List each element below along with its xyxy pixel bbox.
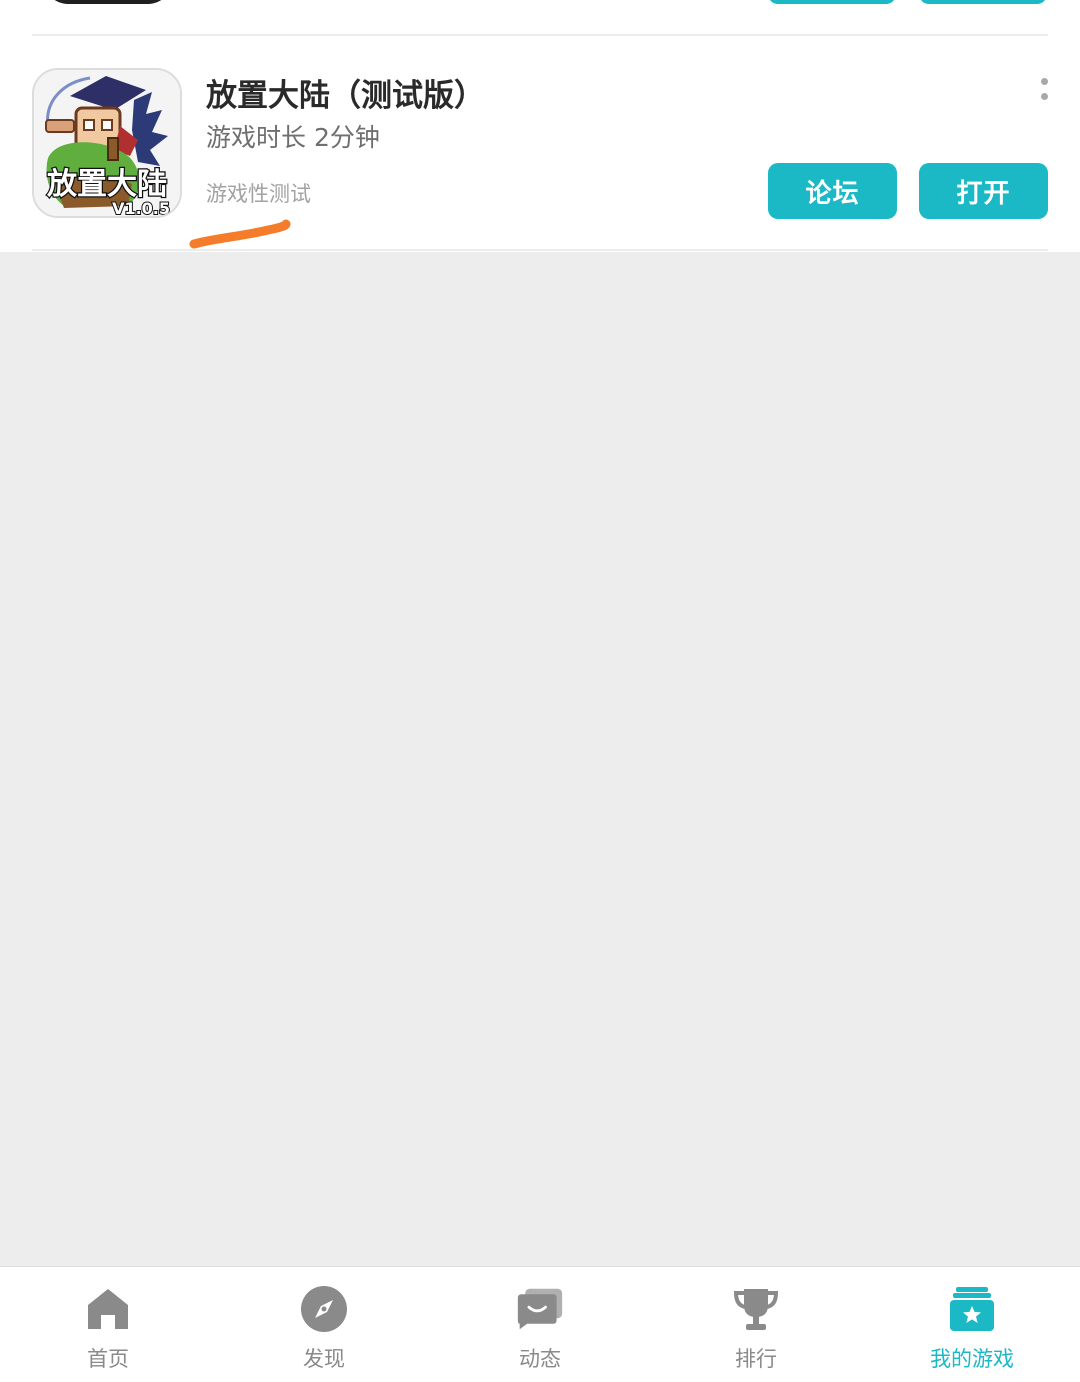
chat-icon — [517, 1288, 563, 1330]
tab-ranking[interactable]: 排行 — [648, 1267, 864, 1382]
bottom-tab-bar: 首页 发现 动态 排行 我的游戏 — [0, 1266, 1080, 1382]
previous-game-icon[interactable] — [44, 0, 172, 4]
divider — [32, 34, 1048, 36]
tab-my-games[interactable]: 我的游戏 — [864, 1267, 1080, 1382]
tab-label: 首页 — [87, 1347, 129, 1371]
play-time: 游戏时长 2分钟 — [206, 123, 380, 152]
my-games-icon — [950, 1287, 994, 1331]
open-button[interactable]: 打开 — [919, 163, 1048, 219]
previous-forum-button[interactable] — [768, 0, 896, 4]
game-list: 放置大陆 V1.0.5 放置大陆（测试版） 游戏时长 2分钟 游戏性测试 论坛 … — [0, 0, 1080, 252]
tab-feed[interactable]: 动态 — [432, 1267, 648, 1382]
game-icon-title: 放置大陆 — [46, 167, 167, 202]
forum-button[interactable]: 论坛 — [768, 163, 897, 219]
test-tag: 游戏性测试 — [206, 182, 311, 206]
tab-label: 发现 — [303, 1347, 345, 1371]
compass-icon — [301, 1286, 347, 1332]
home-icon — [88, 1289, 128, 1329]
more-options-icon[interactable] — [1028, 74, 1060, 106]
tab-discover[interactable]: 发现 — [216, 1267, 432, 1382]
tab-label: 动态 — [519, 1347, 561, 1371]
game-icon[interactable]: 放置大陆 V1.0.5 — [32, 68, 182, 218]
previous-open-button[interactable] — [919, 0, 1047, 4]
tab-home[interactable]: 首页 — [0, 1267, 216, 1382]
divider — [32, 249, 1048, 251]
trophy-icon — [733, 1289, 779, 1330]
game-title[interactable]: 放置大陆（测试版） — [206, 70, 485, 115]
tab-label: 排行 — [735, 1347, 777, 1371]
tab-label: 我的游戏 — [930, 1347, 1014, 1371]
game-icon-version: V1.0.5 — [112, 199, 170, 216]
